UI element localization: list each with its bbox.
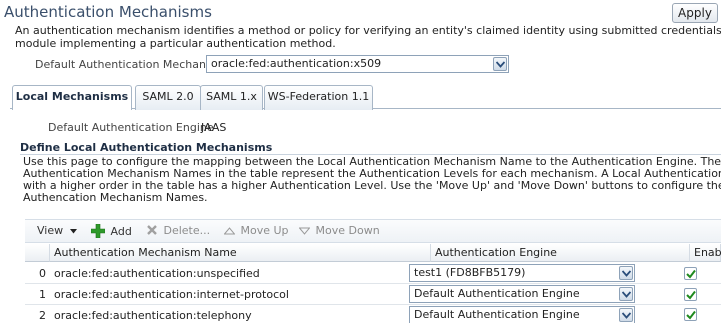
arrow-down-icon	[298, 227, 311, 235]
checkmark-icon	[686, 290, 696, 300]
tab-saml-2-0[interactable]: SAML 2.0	[135, 85, 201, 110]
move-up-button[interactable]: Move Up	[223, 224, 289, 238]
default-mechanism-value: oracle:fed:authentication:x509	[211, 57, 382, 70]
arrow-up-icon	[223, 227, 236, 235]
engine-label: Default Authentication Engine	[48, 121, 214, 134]
delete-button-label: Delete...	[163, 224, 211, 237]
default-mechanism-select[interactable]: oracle:fed:authentication:x509	[206, 55, 509, 73]
mechanism-name: oracle:fed:authentication:telephony	[54, 309, 252, 322]
description-line-1: An authentication mechanism identifies a…	[15, 24, 721, 37]
row-index: 0	[39, 267, 46, 280]
default-mechanism-label: Default Authentication Mechanism	[35, 58, 226, 71]
section-divider	[20, 154, 721, 155]
chevron-down-icon[interactable]	[619, 266, 633, 280]
add-button[interactable]: Add	[90, 223, 132, 239]
column-header-name[interactable]: Authentication Mechanism Name	[50, 244, 431, 262]
tab-bar: Local Mechanisms SAML 2.0 SAML 1.x WS-Fe…	[10, 85, 721, 110]
delete-x-icon	[147, 225, 157, 235]
section-title: Define Local Authentication Mechanisms	[20, 141, 273, 154]
view-menu-label: View	[37, 224, 64, 237]
enabled-checkbox[interactable]	[684, 288, 697, 301]
row-index: 2	[39, 309, 46, 322]
engine-select[interactable]: test1 (FD8BFB5179)	[409, 264, 635, 282]
tab-local-mechanisms[interactable]: Local Mechanisms	[12, 85, 132, 110]
mechanism-name: oracle:fed:authentication:internet-proto…	[54, 288, 289, 301]
description-line-2: module implementing a particular authent…	[15, 37, 336, 50]
chevron-down-icon[interactable]	[493, 57, 507, 71]
add-button-label: Add	[110, 225, 132, 238]
enabled-checkbox[interactable]	[684, 267, 697, 280]
checkmark-icon	[686, 310, 696, 320]
chevron-down-icon[interactable]	[619, 287, 633, 301]
engine-select-value: Default Authentication Engine	[414, 308, 580, 321]
table-row[interactable]: 2 oracle:fed:authentication:telephony De…	[25, 305, 721, 323]
move-down-label: Move Down	[315, 224, 380, 237]
column-header-engine[interactable]: Authentication Engine	[431, 244, 690, 262]
engine-select-value: Default Authentication Engine	[414, 287, 580, 300]
row-index: 1	[39, 288, 46, 301]
tab-saml-1-x[interactable]: SAML 1.x	[200, 85, 263, 110]
view-menu[interactable]: View	[37, 224, 77, 238]
delete-button[interactable]: Delete...	[146, 224, 210, 238]
engine-select-value: test1 (FD8BFB5179)	[414, 266, 526, 279]
section-description: Use this page to configure the mapping b…	[23, 156, 721, 204]
table-toolbar: View Add Delete... Move Up Move Down	[25, 219, 721, 243]
section-line-4: Authencation Mechanism Names.	[23, 191, 208, 204]
enabled-checkbox[interactable]	[684, 308, 697, 321]
engine-value: JAAS	[201, 121, 227, 134]
caret-down-icon	[69, 228, 77, 233]
apply-button[interactable]: Apply	[672, 3, 718, 23]
engine-select[interactable]: Default Authentication Engine	[409, 306, 635, 323]
plus-icon	[90, 223, 106, 239]
engine-select[interactable]: Default Authentication Engine	[409, 285, 635, 303]
index-column-header	[25, 244, 50, 262]
mechanism-name: oracle:fed:authentication:unspecified	[54, 267, 260, 280]
column-header-enabled[interactable]: Enabled	[690, 244, 721, 262]
table-row[interactable]: 1 oracle:fed:authentication:internet-pro…	[25, 284, 721, 305]
page-title: Authentication Mechanisms	[4, 3, 212, 21]
move-up-label: Move Up	[240, 224, 289, 237]
tab-ws-federation[interactable]: WS-Federation 1.1	[264, 85, 373, 110]
checkmark-icon	[686, 269, 696, 279]
chevron-down-icon[interactable]	[619, 308, 633, 322]
table-row[interactable]: 0 oracle:fed:authentication:unspecified …	[25, 263, 721, 284]
page-description: An authentication mechanism identifies a…	[15, 24, 721, 50]
move-down-button[interactable]: Move Down	[298, 224, 380, 238]
